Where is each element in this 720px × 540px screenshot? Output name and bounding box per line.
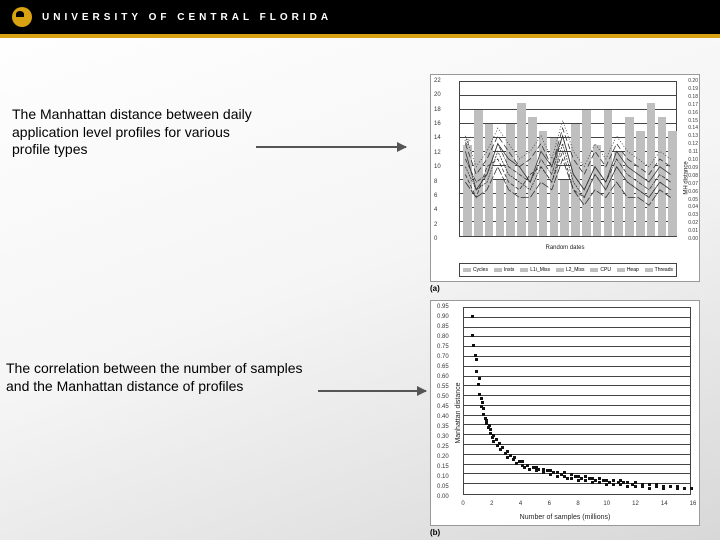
chart-b-xtick: 14 xyxy=(661,501,668,507)
chart-a-ytick-right: 0.07 xyxy=(688,181,698,187)
chart-b-xtick: 12 xyxy=(632,501,639,507)
chart-a-ytick-left: 16 xyxy=(434,121,441,127)
slide-content: The Manhattan distance between daily app… xyxy=(0,38,720,536)
chart-b-xtick: 2 xyxy=(490,501,493,507)
legend-item: CPU xyxy=(590,267,611,273)
chart-a-ytick-right: 0.13 xyxy=(688,133,698,139)
chart-a-ytick-left: 22 xyxy=(434,78,441,84)
arrow-icon xyxy=(318,390,426,392)
chart-a-ytick-right: 0.16 xyxy=(688,110,698,116)
chart-a-ytick-left: 10 xyxy=(434,164,441,170)
legend-item: Threads xyxy=(645,267,673,273)
chart-a-ytick-right: 0.14 xyxy=(688,125,698,131)
caption-bottom: The correlation between the number of sa… xyxy=(6,360,316,395)
chart-a-ytick-left: 12 xyxy=(434,150,441,156)
chart-a-ytick-right: 0.04 xyxy=(688,204,698,210)
ucf-logo-icon xyxy=(12,7,32,27)
header-bar: UNIVERSITY OF CENTRAL FLORIDA xyxy=(0,0,720,38)
chart-b: Manhattan distance Number of samples (mi… xyxy=(430,300,700,526)
chart-b-xtick: 6 xyxy=(548,501,551,507)
legend-item: L1i_Miss xyxy=(520,267,550,273)
caption-top: The Manhattan distance between daily app… xyxy=(12,106,252,159)
university-name: UNIVERSITY OF CENTRAL FLORIDA xyxy=(42,12,332,23)
chart-a-ytick-right: 0.11 xyxy=(689,149,698,155)
chart-a-ytick-right: 0.01 xyxy=(688,228,698,234)
chart-a-ytick-right: 0.00 xyxy=(688,236,698,242)
chart-b-xtick: 16 xyxy=(690,501,697,507)
chart-a-ytick-right: 0.03 xyxy=(688,212,698,218)
chart-a-ytick-left: 8 xyxy=(434,179,437,185)
chart-a-legend: Cycles Insts L1i_Miss L2_Miss CPU Heap Threads xyxy=(459,263,677,277)
chart-a-plot xyxy=(459,81,677,237)
chart-a-ytick-left: 2 xyxy=(434,222,437,228)
chart-b-xtick: 0 xyxy=(461,501,464,507)
chart-b-label: (b) xyxy=(430,528,440,537)
chart-a-ytick-right: 0.20 xyxy=(688,78,698,84)
legend-item: Insts xyxy=(494,267,515,273)
chart-a-ytick-left: 18 xyxy=(434,107,441,113)
legend-item: Cycles xyxy=(463,267,488,273)
chart-b-xtick: 4 xyxy=(519,501,522,507)
chart-a-ytick-right: 0.08 xyxy=(688,173,698,179)
chart-a-ytick-left: 4 xyxy=(434,207,437,213)
chart-a-ytick-left: 6 xyxy=(434,193,437,199)
chart-a-ytick-right: 0.06 xyxy=(688,189,698,195)
chart-a-ytick-right: 0.17 xyxy=(688,102,698,108)
legend-item: Heap xyxy=(617,267,639,273)
chart-a-ytick-right: 0.09 xyxy=(688,165,698,171)
chart-a-ytick-right: 0.05 xyxy=(688,197,698,203)
chart-a-ytick-left: 14 xyxy=(434,135,441,141)
chart-a-label: (a) xyxy=(430,284,440,293)
chart-b-xtick: 10 xyxy=(603,501,610,507)
legend-item: L2_Miss xyxy=(556,267,585,273)
chart-a-ytick-right: 0.18 xyxy=(688,94,698,100)
chart-a-ytick-right: 0.19 xyxy=(688,86,698,92)
chart-a-ytick-right: 0.12 xyxy=(688,141,698,147)
chart-a-ytick-right: 0.10 xyxy=(688,157,698,163)
chart-a: Number of samples (millions) MH distance… xyxy=(430,74,700,282)
arrow-icon xyxy=(256,146,406,148)
chart-a-ytick-left: 20 xyxy=(434,92,441,98)
chart-b-xtick: 8 xyxy=(576,501,579,507)
chart-a-ytick-right: 0.15 xyxy=(688,118,698,124)
chart-a-ytick-right: 0.02 xyxy=(688,220,698,226)
chart-a-ytick-left: 0 xyxy=(434,236,437,242)
chart-a-xlabel: Random dates xyxy=(431,245,699,251)
